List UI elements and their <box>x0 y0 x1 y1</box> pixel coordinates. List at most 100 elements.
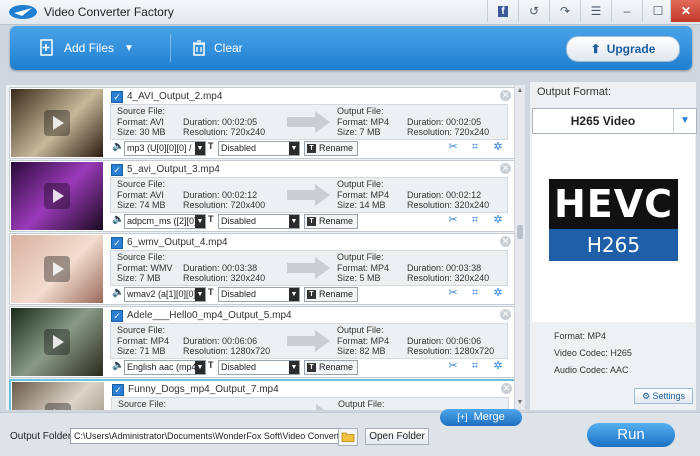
play-icon[interactable] <box>44 110 70 136</box>
file-item[interactable]: ✓ Funny_Dogs_mp4_Output_7.mp4 ✕ Source File… <box>9 379 514 410</box>
play-icon[interactable] <box>44 329 70 355</box>
audio-track-select[interactable]: adpcm_ms ([2][0]... ▼ <box>124 214 206 229</box>
effects-icon[interactable]: ✲ <box>491 360 505 373</box>
remove-icon[interactable]: ✕ <box>500 163 511 174</box>
chevron-down-icon[interactable]: ▼ <box>195 142 205 155</box>
subtitle-select[interactable]: Disabled ▼ <box>218 287 300 302</box>
output-resolution: Resolution: 720x240 <box>407 127 490 137</box>
video-thumbnail[interactable] <box>11 162 103 230</box>
crop-icon[interactable]: ⌗ <box>468 360 482 373</box>
file-controls: 🔈 adpcm_ms ([2][0]... ▼ T Disabled ▼ T Rename ✂ ⌗… <box>110 214 506 229</box>
chevron-down-icon[interactable]: ▼ <box>195 288 205 301</box>
upgrade-button[interactable]: ⬆ Upgrade <box>566 36 680 62</box>
toolbar-divider <box>170 34 171 62</box>
source-file-label: Source File: <box>117 252 166 262</box>
rename-button[interactable]: T Rename <box>304 360 358 375</box>
chevron-down-icon[interactable]: ▼ <box>673 109 696 133</box>
file-checkbox[interactable]: ✓ <box>111 164 123 176</box>
chevron-down-icon[interactable]: ▼ <box>289 288 299 301</box>
file-item[interactable]: ✓ Adele___Hello0_mp4_Output_5.mp4 ✕ Source … <box>9 306 514 378</box>
crop-icon[interactable]: ⌗ <box>468 214 482 227</box>
cut-icon[interactable]: ✂ <box>446 287 460 300</box>
effects-icon[interactable]: ✲ <box>491 141 505 154</box>
file-checkbox[interactable]: ✓ <box>111 91 123 103</box>
chevron-down-icon[interactable]: ▼ <box>289 215 299 228</box>
effects-icon[interactable]: ✲ <box>491 287 505 300</box>
crop-icon[interactable]: ⌗ <box>468 141 482 154</box>
remove-icon[interactable]: ✕ <box>500 309 511 320</box>
play-icon[interactable] <box>45 403 71 410</box>
file-item[interactable]: ✓ 6_wmv_Output_4.mp4 ✕ Source File: Output F… <box>9 233 514 305</box>
remove-icon[interactable]: ✕ <box>501 383 512 394</box>
browse-folder-button[interactable] <box>338 428 358 446</box>
file-checkbox[interactable]: ✓ <box>112 384 124 396</box>
video-thumbnail[interactable] <box>11 308 103 376</box>
source-format: Format: MP4 <box>117 336 170 346</box>
maximize-button[interactable]: ☐ <box>642 0 673 22</box>
cut-icon[interactable]: ✂ <box>446 141 460 154</box>
scroll-thumb[interactable] <box>517 225 523 239</box>
remove-icon[interactable]: ✕ <box>500 90 511 101</box>
minimize-button[interactable]: – <box>611 0 642 22</box>
chevron-down-icon[interactable]: ▼ <box>289 142 299 155</box>
play-icon[interactable] <box>44 183 70 209</box>
video-thumbnail[interactable] <box>11 235 103 303</box>
close-button[interactable]: ✕ <box>670 0 700 22</box>
arrow-right-icon <box>287 111 330 133</box>
speaker-icon: 🔈 <box>112 360 125 371</box>
output-format: Format: MP4 <box>337 263 390 273</box>
chevron-down-icon[interactable]: ▼ <box>124 43 134 54</box>
output-format: Format: MP4 <box>337 336 390 346</box>
scrollbar[interactable]: ▲ ▼ <box>514 85 525 410</box>
remove-icon[interactable]: ✕ <box>500 236 511 247</box>
cut-icon[interactable]: ✂ <box>446 360 460 373</box>
audio-track-select[interactable]: English aac (mp4... ▼ <box>124 360 206 375</box>
trash-icon <box>193 40 205 56</box>
rename-icon: T <box>307 144 316 153</box>
settings-button[interactable]: ⚙ Settings <box>634 388 693 404</box>
audio-track-select[interactable]: mp3 (U[0][0][0] / ... ▼ <box>124 141 206 156</box>
file-checkbox[interactable]: ✓ <box>111 310 123 322</box>
scroll-up-icon[interactable]: ▲ <box>516 87 524 95</box>
effects-icon[interactable]: ✲ <box>491 214 505 227</box>
source-resolution: Resolution: 720x240 <box>183 127 266 137</box>
open-folder-button[interactable]: Open Folder <box>365 428 429 445</box>
scroll-down-icon[interactable]: ▼ <box>516 399 524 407</box>
play-icon[interactable] <box>44 256 70 282</box>
file-item[interactable]: ✓ 4_AVI_Output_2.mp4 ✕ Source File: Output F… <box>9 87 514 159</box>
run-button[interactable]: Run <box>587 423 675 447</box>
source-file-label: Source File: <box>117 325 166 335</box>
subtitle-select[interactable]: Disabled ▼ <box>218 360 300 375</box>
menu-icon[interactable]: ☰ <box>580 0 611 22</box>
undo-icon[interactable]: ↺ <box>518 0 549 22</box>
rename-label: Rename <box>319 216 354 226</box>
subtitle-select[interactable]: Disabled ▼ <box>218 141 300 156</box>
rename-icon: T <box>307 363 316 372</box>
clear-button[interactable]: Clear <box>192 26 243 70</box>
cut-icon[interactable]: ✂ <box>446 214 460 227</box>
add-files-button[interactable]: Add Files ▼ <box>40 26 134 70</box>
rename-button[interactable]: T Rename <box>304 141 358 156</box>
chevron-down-icon[interactable]: ▼ <box>195 215 205 228</box>
source-resolution: Resolution: 320x240 <box>183 273 266 283</box>
video-thumbnail[interactable] <box>11 89 103 157</box>
file-checkbox[interactable]: ✓ <box>111 237 123 249</box>
facebook-icon[interactable]: f <box>487 0 518 22</box>
output-folder-label: Output Folder: <box>10 431 74 442</box>
chevron-down-icon[interactable]: ▼ <box>195 361 205 374</box>
merge-button[interactable]: [+] Merge <box>440 409 522 426</box>
subtitle-icon: T <box>208 360 214 370</box>
output-folder-path[interactable]: C:\Users\Administrator\Documents\WonderF… <box>70 428 339 444</box>
chevron-down-icon[interactable]: ▼ <box>289 361 299 374</box>
file-item[interactable]: ✓ 5_avi_Output_3.mp4 ✕ Source File: Output F… <box>9 160 514 232</box>
subtitle-select[interactable]: Disabled ▼ <box>218 214 300 229</box>
rename-button[interactable]: T Rename <box>304 287 358 302</box>
crop-icon[interactable]: ⌗ <box>468 287 482 300</box>
output-format-select[interactable]: H265 Video ▼ <box>532 108 697 134</box>
rename-label: Rename <box>319 362 354 372</box>
hevc-logo: HEVC H265 <box>549 179 678 261</box>
audio-track-select[interactable]: wmav2 (a[1][0][0]... ▼ <box>124 287 206 302</box>
rename-button[interactable]: T Rename <box>304 214 358 229</box>
redo-icon[interactable]: ↷ <box>549 0 580 22</box>
video-thumbnail[interactable] <box>12 382 104 410</box>
